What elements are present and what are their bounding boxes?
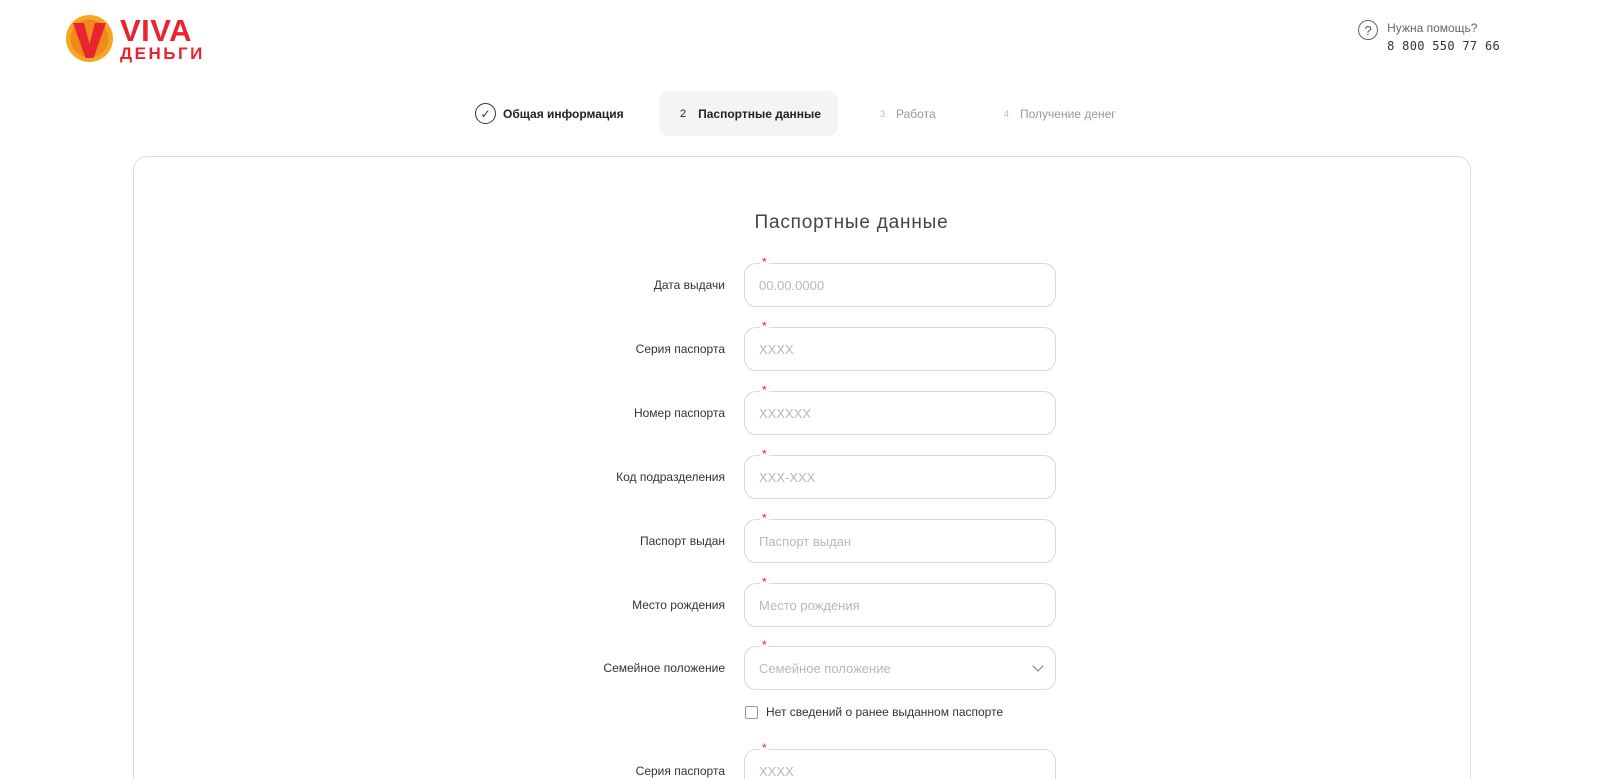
required-mark: *: [760, 741, 769, 755]
issued-by-field[interactable]: [744, 519, 1056, 563]
step-work[interactable]: 3 Работа: [880, 91, 936, 136]
field-label: Код подразделения: [616, 470, 725, 484]
required-mark: *: [760, 511, 769, 525]
issued-by-input[interactable]: [745, 520, 1055, 562]
step-label: Общая информация: [503, 106, 624, 121]
passport-number-field[interactable]: [744, 391, 1056, 435]
step-label: Получение денег: [1020, 106, 1116, 121]
required-mark: *: [760, 575, 769, 589]
birth-place-input[interactable]: [745, 584, 1055, 626]
field-label: Серия паспорта: [635, 764, 725, 778]
checkbox-label: Нет сведений о ранее выданном паспорте: [766, 705, 1004, 719]
field-label: Семейное положение: [603, 661, 725, 675]
help-phone[interactable]: 8 800 550 77 66: [1387, 37, 1500, 55]
form-row-prev-passport-series: Серия паспорта *: [0, 742, 1600, 779]
division-code-field[interactable]: [744, 455, 1056, 499]
step-number: 2: [680, 107, 687, 120]
logo[interactable]: VIVA ДЕНЬГИ: [65, 13, 205, 63]
stepper: ✓ Общая информация 2 Паспортные данные 3…: [0, 91, 1600, 136]
check-circle-icon: ✓: [475, 103, 496, 124]
passport-series-input[interactable]: [745, 328, 1055, 370]
logo-text-dengi: ДЕНЬГИ: [120, 43, 205, 63]
step-general-info[interactable]: ✓ Общая информация: [475, 91, 624, 136]
field-label: Номер паспорта: [633, 406, 725, 420]
help-block[interactable]: ? Нужна помощь? 8 800 550 77 66: [1358, 19, 1500, 55]
question-circle-icon[interactable]: ?: [1358, 20, 1379, 40]
passport-series-field[interactable]: [744, 327, 1056, 371]
no-previous-passport-checkbox-row[interactable]: Нет сведений о ранее выданном паспорте: [745, 705, 1003, 719]
required-mark: *: [760, 447, 769, 461]
form-row-issued-by: Паспорт выдан *: [0, 512, 1600, 563]
required-mark: *: [760, 319, 769, 333]
field-label: Место рождения: [632, 598, 725, 612]
form-title: Паспортные данные: [754, 212, 949, 233]
birth-place-field[interactable]: [744, 583, 1056, 627]
logo-text-viva: VIVA: [120, 12, 193, 48]
step-passport-data[interactable]: 2 Паспортные данные: [659, 91, 838, 136]
division-code-input[interactable]: [745, 456, 1055, 498]
no-previous-passport-checkbox[interactable]: [745, 705, 758, 719]
viva-logo-icon: [65, 14, 114, 63]
step-number: 3: [880, 108, 886, 119]
form-row-marital-status: Семейное положение *: [0, 639, 1600, 690]
prev-passport-series-input[interactable]: [745, 750, 1055, 779]
step-label: Работа: [896, 106, 936, 121]
field-label: Дата выдачи: [653, 278, 725, 292]
required-mark: *: [760, 255, 769, 269]
issue-date-field[interactable]: [744, 263, 1056, 307]
form-row-birth-place: Место рождения *: [0, 576, 1600, 627]
marital-status-select[interactable]: [744, 646, 1056, 690]
required-mark: *: [760, 638, 769, 652]
step-number: 4: [1004, 108, 1010, 119]
prev-passport-series-field[interactable]: [744, 749, 1056, 779]
field-label: Серия паспорта: [635, 342, 725, 356]
step-label: Паспортные данные: [698, 106, 821, 121]
field-label: Паспорт выдан: [639, 534, 725, 548]
form-row-passport-number: Номер паспорта *: [0, 384, 1600, 435]
issue-date-input[interactable]: [745, 264, 1055, 306]
form-row-passport-series: Серия паспорта *: [0, 320, 1600, 371]
help-label: Нужна помощь?: [1387, 21, 1478, 35]
step-receiving-money[interactable]: 4 Получение денег: [1004, 91, 1116, 136]
form-row-issue-date: Дата выдачи *: [0, 256, 1600, 307]
passport-number-input[interactable]: [745, 392, 1055, 434]
form-row-division-code: Код подразделения *: [0, 448, 1600, 499]
required-mark: *: [760, 383, 769, 397]
marital-status-input[interactable]: [745, 647, 1055, 689]
